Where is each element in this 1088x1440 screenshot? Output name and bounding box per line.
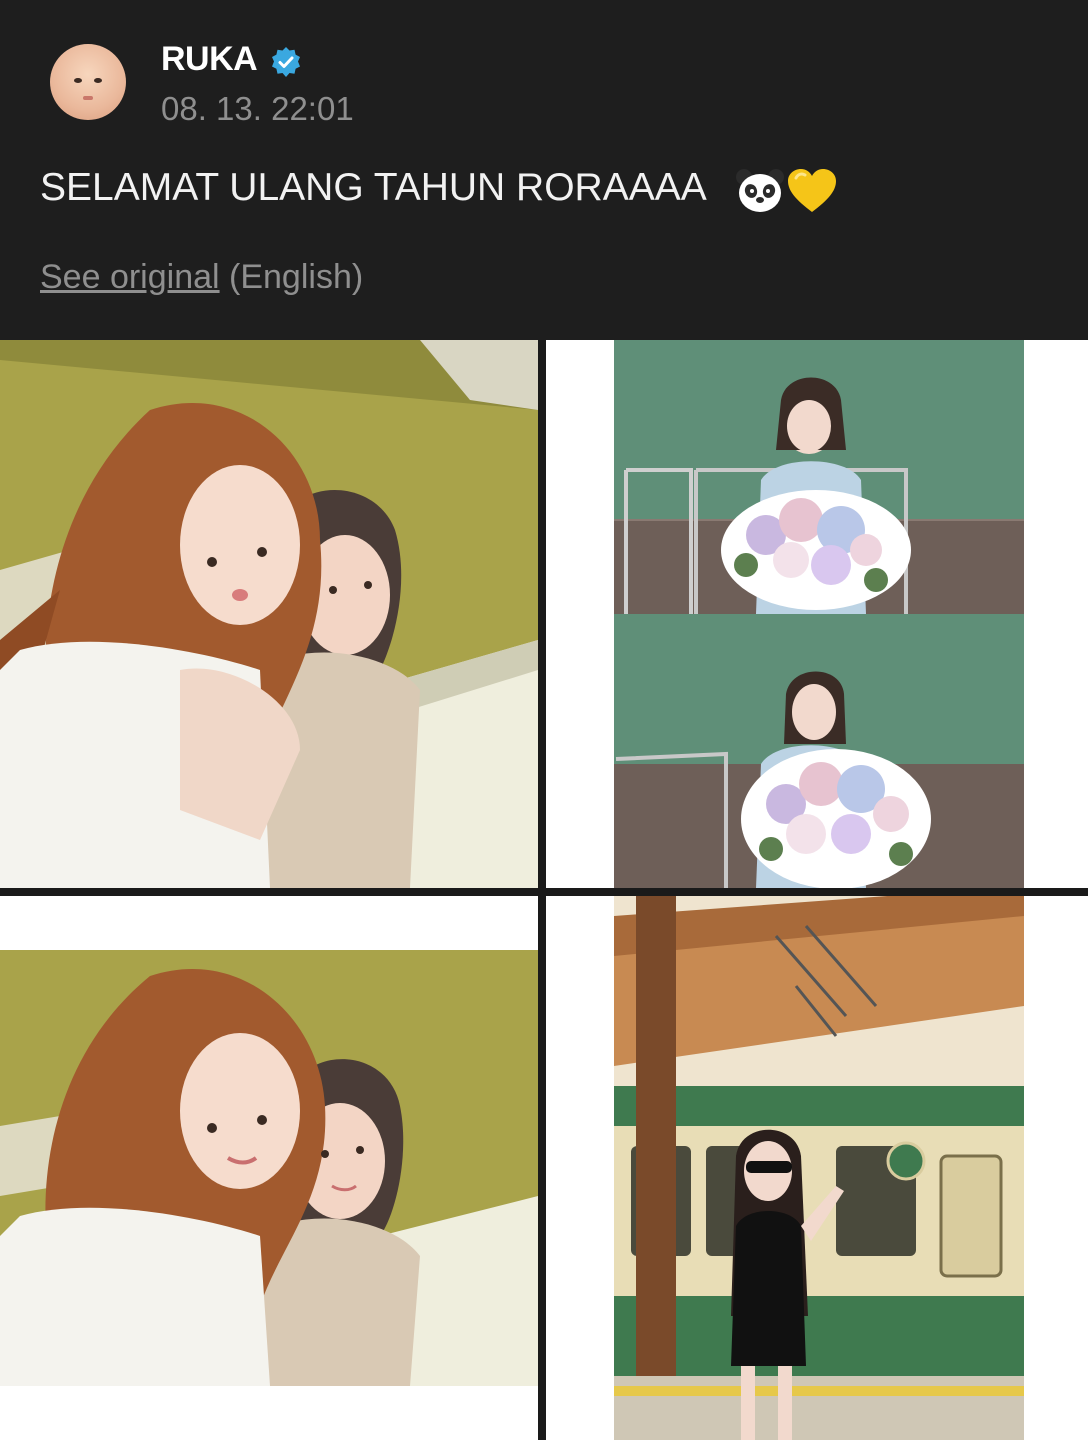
post-header: RUKA 08. 13. 22:01 SELAMAT ULANG TAHUN R… (0, 0, 1088, 340)
panda-emoji-icon (736, 169, 784, 212)
photo-selfie-duo-1 (0, 340, 538, 888)
avatar[interactable] (50, 44, 126, 120)
verified-badge-icon (272, 47, 300, 77)
photo-train-station (546, 896, 1088, 1440)
post-timestamp: 08. 13. 22:01 (161, 90, 354, 127)
post-text: SELAMAT ULANG TAHUN RORAAAA (40, 166, 707, 209)
see-original: See original (English) (40, 258, 363, 297)
original-language: (English) (229, 258, 364, 296)
photo-cell-2[interactable] (546, 340, 1088, 888)
photo-cell-3[interactable] (0, 896, 538, 1440)
photo-bouquet-bottom (546, 614, 1088, 888)
yellow-heart-icon (788, 169, 836, 212)
see-original-link[interactable]: See original (40, 258, 220, 296)
photo-bouquet-top (546, 340, 1088, 614)
photo-cell-4[interactable] (546, 896, 1088, 1440)
photo-selfie-duo-2 (0, 896, 538, 1440)
photo-cell-1[interactable] (0, 340, 538, 888)
photo-grid (0, 340, 1088, 1440)
username[interactable]: RUKA (161, 40, 258, 79)
